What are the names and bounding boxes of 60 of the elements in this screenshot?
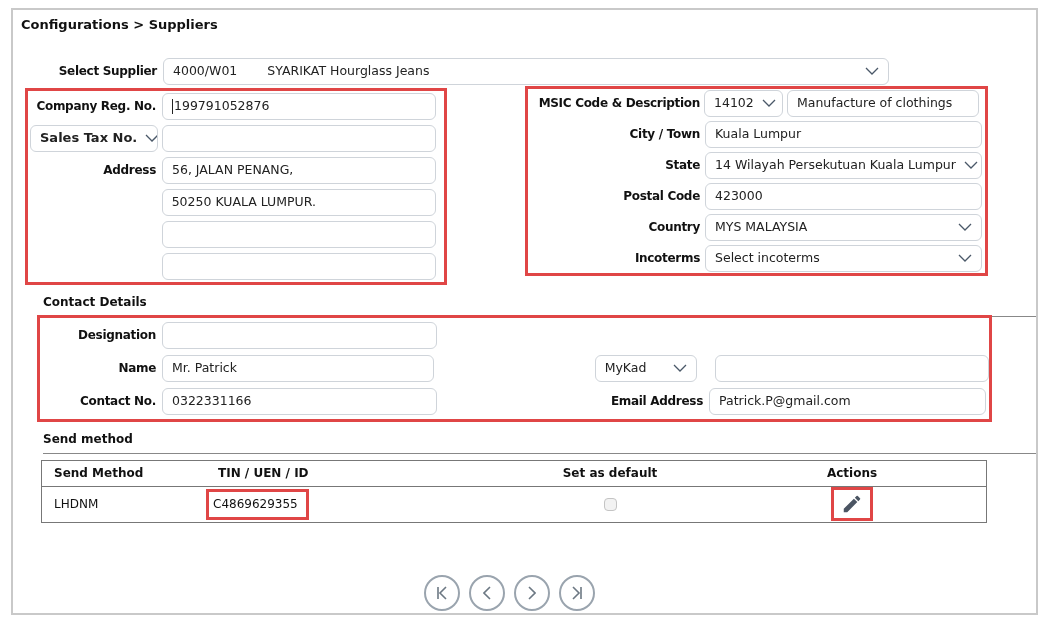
- caret-icon: [761, 99, 776, 107]
- text-field[interactable]: [714, 354, 989, 382]
- field-label: MSIC Code & Description: [537, 95, 700, 112]
- bar-chevron-icon: [572, 585, 582, 600]
- field-label: State: [664, 157, 700, 174]
- chevron-icon: [483, 585, 491, 600]
- field-label: Postal Code: [622, 188, 700, 205]
- field-label: Designation: [77, 327, 156, 344]
- pencil-icon: [841, 493, 863, 515]
- address-field[interactable]: [161, 252, 436, 280]
- first-page-button[interactable]: [424, 574, 460, 611]
- id-type-select[interactable]: MyKad: [594, 354, 697, 382]
- text-field[interactable]: Mr. Patrick: [162, 354, 435, 382]
- text-field[interactable]: Kuala Lumpur: [705, 120, 982, 148]
- chevron-icon: [528, 585, 536, 600]
- caret-icon: [865, 67, 879, 75]
- text-field[interactable]: 423000: [705, 182, 982, 210]
- column-header: Actions: [826, 465, 878, 482]
- column-header: Send Method: [53, 465, 145, 482]
- field-label: Email Address: [609, 393, 703, 410]
- column-header: Set as default: [562, 465, 658, 482]
- address-field[interactable]: 50250 KUALA LUMPUR.: [161, 188, 436, 216]
- table-cell: C4869629355: [206, 488, 309, 520]
- caret-icon: [958, 223, 972, 231]
- dropdown-field[interactable]: 14 Wilayah Persekutuan Kuala Lumpur: [705, 151, 982, 179]
- previous-page-button[interactable]: [469, 574, 505, 611]
- field-label: Address: [102, 162, 156, 179]
- field-label: Name: [117, 360, 156, 377]
- field-label: Contact No.: [79, 393, 156, 410]
- caret-icon: [145, 134, 157, 142]
- text-field[interactable]: [162, 321, 437, 349]
- section-heading: Send method: [43, 431, 133, 446]
- column-header: TIN / UEN / ID: [217, 465, 310, 482]
- edit-button[interactable]: [831, 487, 873, 521]
- caret-icon: [958, 254, 972, 262]
- table-cell-text: LHDNM: [53, 496, 100, 513]
- msic-code-select[interactable]: 14102: [704, 89, 783, 117]
- address-field[interactable]: 56, JALAN PENANG,: [162, 156, 436, 184]
- text-field[interactable]: 0322331166: [162, 387, 437, 415]
- field-label: City / Town: [628, 126, 700, 143]
- bar-chevron-icon: [437, 585, 447, 600]
- text-field[interactable]: [161, 124, 436, 152]
- field-label: Select Supplier: [57, 63, 157, 80]
- field-label: Incoterms: [633, 250, 700, 267]
- last-page-button[interactable]: [559, 574, 595, 611]
- next-page-button[interactable]: [514, 574, 550, 611]
- section-heading: Contact Details: [43, 294, 147, 309]
- dropdown-field[interactable]: Select incoterms: [705, 244, 982, 272]
- text-field[interactable]: Manufacture of clothings: [787, 89, 979, 117]
- address-field[interactable]: [161, 220, 436, 248]
- breadcrumb: Configurations > Suppliers: [21, 16, 219, 34]
- text-field[interactable]: 199791052876: [162, 92, 436, 120]
- field-label: Company Reg. No.: [35, 98, 156, 115]
- caret-icon: [672, 364, 687, 372]
- caret-icon: [963, 161, 978, 169]
- supplier-select[interactable]: 4000/W01 SYARIKAT Hourglass Jeans: [163, 57, 889, 85]
- tax-type-select[interactable]: Sales Tax No.: [30, 124, 158, 152]
- dropdown-field[interactable]: MYS MALAYSIA: [705, 213, 982, 241]
- field-label: Country: [647, 219, 700, 236]
- text-field[interactable]: Patrick.P@gmail.com: [709, 387, 986, 415]
